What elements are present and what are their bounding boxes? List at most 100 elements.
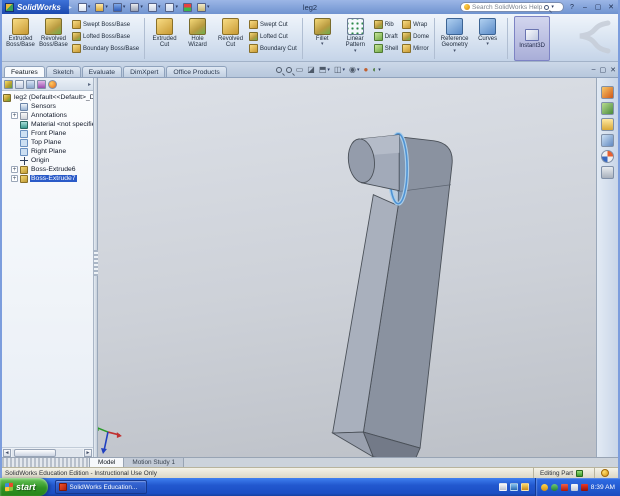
- view-orientation-icon[interactable]: ⬒ ▾: [319, 66, 330, 74]
- close-button[interactable]: ✕: [606, 3, 616, 11]
- taskbar-app-button[interactable]: SolidWorks Education...: [54, 480, 147, 494]
- tree-item-boss-extrude6[interactable]: + Boss-Extrude6: [3, 165, 93, 174]
- quick-launch-icon[interactable]: [498, 483, 507, 491]
- display-style-icon[interactable]: ◫ ▾: [334, 66, 345, 74]
- quick-launch-icon[interactable]: [520, 483, 529, 491]
- search-dropdown-icon[interactable]: ▾: [551, 4, 554, 10]
- tab-model[interactable]: Model: [90, 458, 125, 467]
- revolved-boss-base-button[interactable]: Revolved Boss/Base: [37, 16, 70, 61]
- shell-button[interactable]: Shell: [372, 43, 400, 54]
- select-button[interactable]: ▾: [163, 2, 180, 13]
- solidworks-resources-icon[interactable]: [601, 86, 614, 99]
- rebuild-button[interactable]: [181, 2, 194, 13]
- dimxpert-manager-tab-icon[interactable]: [37, 79, 46, 89]
- fillet-button[interactable]: Fillet ▾: [306, 16, 339, 61]
- tab-evaluate[interactable]: Evaluate: [81, 66, 123, 77]
- doc-restore-button[interactable]: ▢: [600, 66, 607, 74]
- panel-overflow-icon[interactable]: ▸: [88, 81, 91, 88]
- dropdown-icon[interactable]: ▾: [453, 48, 456, 53]
- previous-view-icon[interactable]: ▭: [296, 66, 304, 74]
- tab-features[interactable]: Features: [4, 66, 45, 77]
- section-view-icon[interactable]: ◪: [307, 66, 315, 74]
- rib-button[interactable]: Rib: [372, 19, 400, 30]
- part-model-leg2[interactable]: [98, 78, 596, 457]
- linear-pattern-button[interactable]: Linear Pattern ▾: [339, 16, 372, 61]
- appearances-scenes-icon[interactable]: [601, 150, 614, 163]
- lofted-boss-base-button[interactable]: Lofted Boss/Base: [70, 31, 141, 42]
- tree-item-boss-extrude7[interactable]: + Boss-Extrude7: [3, 174, 93, 183]
- tab-sketch[interactable]: Sketch: [45, 66, 81, 77]
- tab-motion-study[interactable]: Motion Study 1: [124, 458, 185, 467]
- wrap-button[interactable]: Wrap: [400, 19, 431, 30]
- extruded-boss-base-button[interactable]: Extruded Boss/Base: [4, 16, 37, 61]
- tree-root-item[interactable]: leg2 (Default<<Default>_Display: [3, 93, 93, 102]
- extruded-cut-button[interactable]: Extruded Cut: [148, 16, 181, 61]
- tab-office-products[interactable]: Office Products: [166, 66, 227, 77]
- tree-item-material[interactable]: Material <not specified>: [3, 120, 93, 129]
- minimize-button[interactable]: –: [580, 4, 590, 11]
- menu-expand-icon[interactable]: ▸: [69, 4, 72, 11]
- options-button[interactable]: ▾: [195, 2, 212, 13]
- scroll-left-icon[interactable]: ◄: [3, 448, 11, 457]
- property-manager-tab-icon[interactable]: [15, 79, 24, 89]
- scrollbar-thumb[interactable]: [14, 448, 56, 457]
- hide-show-items-icon[interactable]: ◉ ▾: [349, 66, 360, 74]
- zoom-to-area-icon[interactable]: [285, 67, 292, 73]
- swept-cut-button[interactable]: Swept Cut: [247, 19, 299, 30]
- expand-icon[interactable]: +: [11, 166, 18, 173]
- lofted-cut-button[interactable]: Lofted Cut: [247, 31, 299, 42]
- boundary-cut-button[interactable]: Boundary Cut: [247, 43, 299, 54]
- tree-item-sensors[interactable]: Sensors: [3, 102, 93, 111]
- doc-minimize-button[interactable]: –: [592, 66, 596, 74]
- dropdown-icon[interactable]: ▾: [354, 48, 357, 53]
- feature-tree-tab-icon[interactable]: [4, 79, 13, 89]
- revolved-cut-button[interactable]: Revolved Cut: [214, 16, 247, 61]
- view-palette-icon[interactable]: [601, 134, 614, 147]
- tab-dimxpert[interactable]: DimXpert: [123, 66, 166, 77]
- dome-button[interactable]: Dome: [400, 31, 431, 42]
- quick-tips-icon[interactable]: [601, 469, 609, 477]
- dropdown-icon[interactable]: ▾: [321, 42, 324, 47]
- zoom-to-fit-icon[interactable]: [275, 67, 282, 73]
- open-button[interactable]: ▾: [93, 2, 110, 13]
- custom-properties-icon[interactable]: [601, 166, 614, 179]
- reference-geometry-button[interactable]: Reference Geometry ▾: [438, 16, 471, 61]
- scroll-right-icon[interactable]: ►: [84, 448, 92, 457]
- dropdown-icon[interactable]: ▾: [486, 42, 489, 47]
- design-library-icon[interactable]: [601, 102, 614, 115]
- quick-launch-icon[interactable]: [509, 483, 518, 491]
- help-button[interactable]: ?: [567, 4, 577, 11]
- start-button[interactable]: start: [0, 478, 48, 496]
- instant3d-button[interactable]: Instant3D: [514, 16, 551, 61]
- restore-button[interactable]: ▢: [593, 3, 603, 11]
- expand-icon[interactable]: +: [11, 112, 18, 119]
- expand-icon[interactable]: +: [11, 175, 18, 182]
- tree-item-annotations[interactable]: + Annotations: [3, 111, 93, 120]
- draft-button[interactable]: Draft: [372, 31, 400, 42]
- tray-antivirus-icon[interactable]: [560, 483, 568, 491]
- tree-item-origin[interactable]: Origin: [3, 156, 93, 165]
- configuration-manager-tab-icon[interactable]: [26, 79, 35, 89]
- print-button[interactable]: ▾: [128, 2, 145, 13]
- tree-item-right-plane[interactable]: Right Plane: [3, 147, 93, 156]
- save-button[interactable]: ▾: [111, 2, 128, 13]
- file-explorer-icon[interactable]: [601, 118, 614, 131]
- tray-volume-icon[interactable]: [570, 483, 578, 491]
- tray-app-icon[interactable]: [580, 483, 588, 491]
- edit-appearance-icon[interactable]: ●: [364, 66, 369, 74]
- search-input[interactable]: Search SolidWorks Help ▾: [460, 2, 564, 12]
- curves-button[interactable]: Curves ▾: [471, 16, 504, 61]
- boundary-boss-base-button[interactable]: Boundary Boss/Base: [70, 43, 141, 54]
- tree-item-front-plane[interactable]: Front Plane: [3, 129, 93, 138]
- clock[interactable]: 8:39 AM: [591, 484, 615, 491]
- apply-scene-icon[interactable]: ◐ ▾: [372, 66, 380, 74]
- hole-wizard-button[interactable]: Hole Wizard: [181, 16, 214, 61]
- tree-horizontal-scrollbar[interactable]: ◄ ►: [2, 447, 93, 457]
- undo-button[interactable]: ▾: [146, 2, 163, 13]
- display-manager-tab-icon[interactable]: [48, 79, 57, 89]
- tray-network-icon[interactable]: [550, 483, 558, 491]
- mirror-button[interactable]: Mirror: [400, 43, 431, 54]
- doc-close-button[interactable]: ✕: [610, 66, 616, 74]
- swept-boss-base-button[interactable]: Swept Boss/Base: [70, 19, 141, 30]
- new-button[interactable]: ▾: [76, 2, 93, 13]
